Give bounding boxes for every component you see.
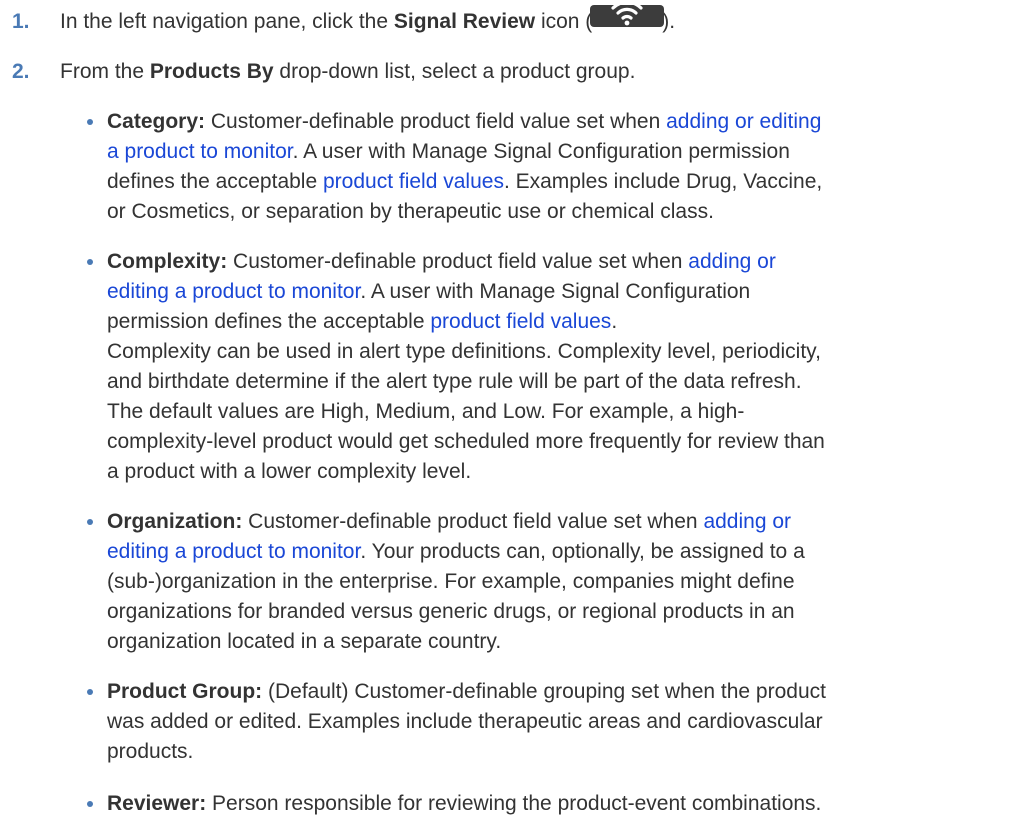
bullet-body: Customer-definable product field value s… [227, 250, 689, 273]
bullet-dot [87, 801, 93, 807]
bullet-body: (sub-)organization in the enterprise. Fo… [107, 570, 795, 593]
bullet-text: Organization: Customer-definable product… [107, 507, 1017, 657]
bullet-body: . [611, 310, 618, 333]
adding-or-editing-product-link[interactable]: adding or [703, 510, 791, 533]
bullet-label: Product Group: [107, 680, 263, 703]
adding-or-editing-product-link-cont[interactable]: editing a product to monitor [107, 540, 360, 563]
adding-or-editing-product-link[interactable]: adding or [688, 250, 776, 273]
bullet-body: organizations for branded versus generic… [107, 600, 795, 623]
bullet-body: complexity-level product would get sched… [107, 430, 825, 453]
step-text-closing: ). [662, 10, 676, 33]
bullet-body: . A user with Manage Signal Configuratio… [292, 140, 790, 163]
signal-review-label: Signal Review [393, 10, 536, 33]
bullet-body: and birthdate determine if the alert typ… [107, 370, 802, 393]
bullet-body: Person responsible for reviewing the pro… [206, 792, 822, 815]
bullet-body: products. [107, 740, 194, 763]
bullet-text: Reviewer: Person responsible for reviewi… [107, 789, 1017, 819]
bullet-dot [87, 119, 93, 125]
products-by-label: Products By [149, 60, 274, 83]
step-number: 2. [12, 60, 30, 83]
bullet-dot [87, 519, 93, 525]
bullet-text: Complexity: Customer-definable product f… [107, 247, 1017, 487]
bullet-body: Customer-definable product field value s… [205, 110, 667, 133]
adding-or-editing-product-link-cont[interactable]: a product to monitor [107, 140, 293, 163]
bullet-body: (Default) Customer-definable grouping se… [262, 680, 826, 703]
step-text: In the left navigation pane, click the S… [60, 5, 676, 37]
bullet-body: . A user with Manage Signal Configuratio… [360, 280, 751, 303]
bullet-dot [87, 259, 93, 265]
bullet-body: a product with a lower complexity level. [107, 460, 472, 483]
bullet-body: Customer-definable product field value s… [242, 510, 704, 533]
step-text-before: From the [60, 60, 150, 83]
bullet-dot [87, 689, 93, 695]
bullet-body: permission defines the acceptable [107, 310, 431, 333]
bullet-body: or Cosmetics, or separation by therapeut… [107, 200, 714, 223]
bullet-body: was added or edited. Examples include th… [107, 710, 823, 733]
step-number: 1. [12, 10, 30, 33]
step-text-before: In the left navigation pane, click the [60, 10, 394, 33]
step-text: From the Products By drop-down list, sel… [60, 57, 635, 87]
bullet-body: Complexity can be used in alert type def… [107, 340, 821, 363]
wifi-signal-icon [590, 5, 665, 27]
bullet-label: Complexity: [107, 250, 228, 273]
bullet-text: Category: Customer-definable product fie… [107, 107, 1017, 227]
step-text-after: drop-down list, select a product group. [273, 60, 636, 83]
product-field-values-link[interactable]: product field values [323, 170, 504, 193]
bullet-body: organization located in a separate count… [107, 630, 502, 653]
product-field-values-link[interactable]: product field values [430, 310, 611, 333]
step-text-after: icon ( [535, 10, 593, 33]
bullet-text: Product Group: (Default) Customer-defina… [107, 677, 1017, 767]
adding-or-editing-product-link-cont[interactable]: editing a product to monitor [107, 280, 360, 303]
bullet-body: The default values are High, Medium, and… [107, 400, 745, 423]
bullet-body: defines the acceptable [107, 170, 323, 193]
adding-or-editing-product-link[interactable]: adding or editing [666, 110, 821, 133]
bullet-label: Reviewer: [107, 792, 207, 815]
bullet-body: . Your products can, optionally, be assi… [360, 540, 805, 563]
bullet-label: Category: [107, 110, 206, 133]
bullet-body: . Examples include Drug, Vaccine, [503, 170, 823, 193]
bullet-label: Organization: [107, 510, 243, 533]
